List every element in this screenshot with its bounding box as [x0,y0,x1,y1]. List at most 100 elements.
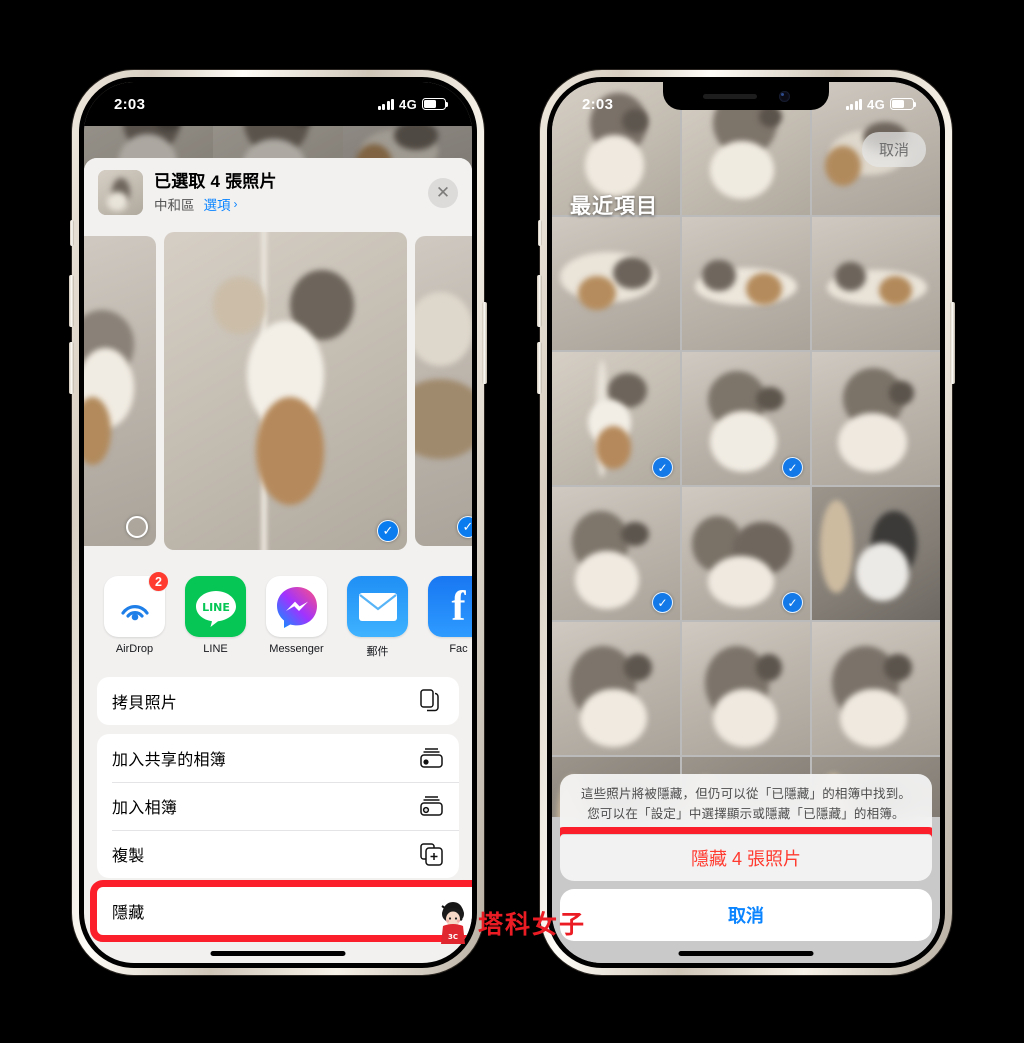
carousel-photo[interactable]: ✓ [415,236,472,546]
battery-icon [422,98,449,110]
action-row[interactable]: 隱藏 [97,887,472,935]
photo-grid-cell[interactable]: ✓ [682,487,810,620]
photo-grid-cell[interactable]: ✓ [682,352,810,485]
share-app-label: LINE [203,643,228,655]
share-app-label: Messenger [269,643,324,655]
photo-thumbnail [812,352,940,485]
photo-thumbnail [552,622,680,755]
photo-thumbnail [812,622,940,755]
share-sheet-title: 已選取 4 張照片 [154,171,277,191]
add-to-album-icon [418,793,444,819]
selection-checkmark[interactable]: ✓ [782,592,803,613]
share-app-airdrop[interactable]: 2 AirDrop [104,571,169,659]
location-label: 中和區 [154,198,195,214]
volume-up-button[interactable] [537,275,542,327]
status-time: 2:03 [582,95,614,113]
photo-thumbnail [812,217,940,350]
share-sheet-title-block: 已選取 4 張照片 中和區 選項 › [154,171,417,214]
action-group-3: 隱藏 [90,880,472,942]
left-phone-screen: 2:03 4G 已選取 4 張照片 中和區 選項 › ✕ ✓ ✓ 2 AirDr… [84,82,472,963]
right-phone-frame: ✓ ✓ ✓ ✓ 最近項目 取消 2:03 4G 這些照片將被隱藏，但仍可以從「已隱藏」… [537,70,955,975]
network-label: 4G [399,96,417,112]
right-status-bar: 2:03 4G [552,82,940,126]
hide-photos-button[interactable]: 隱藏 4 張照片 [560,827,932,881]
hide-action-sheet: 這些照片將被隱藏，但仍可以從「已隱藏」的相簿中找到。您可以在「設定」中選擇顯示或… [560,774,932,941]
shared-album-icon [418,745,444,771]
volume-down-button[interactable] [537,342,542,394]
power-button[interactable] [482,302,487,384]
photo-grid-cell[interactable] [682,217,810,350]
photo-grid-cell[interactable]: ✓ [552,352,680,485]
network-label: 4G [867,96,885,112]
photo-grid-cell[interactable] [682,622,810,755]
volume-up-button[interactable] [69,275,74,327]
mail-icon [347,576,408,637]
thumbnail-photo [98,170,143,215]
home-indicator[interactable] [678,951,814,956]
photo-grid-cell[interactable] [812,217,940,350]
selection-checkmark[interactable]: ✓ [782,457,803,478]
action-sheet-group: 這些照片將被隱藏，但仍可以從「已隱藏」的相簿中找到。您可以在「設定」中選擇顯示或… [560,774,932,881]
photo-grid-cell[interactable] [552,622,680,755]
photo-grid-cell[interactable] [812,487,940,620]
action-sheet-cancel-button[interactable]: 取消 [560,889,932,941]
action-row[interactable]: 加入相簿 [97,782,459,830]
photo-grid-cell[interactable] [812,622,940,755]
right-phone-screen: ✓ ✓ ✓ ✓ 最近項目 取消 2:03 4G 這些照片將被隱藏，但仍可以從「已隱藏」… [552,82,940,963]
status-time: 2:03 [114,95,146,113]
action-row-label: 拷貝照片 [112,695,178,712]
photo-carousel[interactable]: ✓ ✓ [84,226,472,560]
mute-switch[interactable] [538,220,542,246]
action-row-label: 複製 [112,848,145,865]
action-row-label: 加入共享的相簿 [112,752,227,769]
selection-checkmark[interactable]: ✓ [457,516,472,538]
facebook-icon: f [428,576,472,637]
album-title: 最近項目 [570,195,658,218]
power-button[interactable] [950,302,955,384]
selection-checkmark[interactable]: ✓ [652,457,673,478]
photo-thumbnail [812,487,940,620]
action-row[interactable]: 複製 [97,830,459,878]
close-icon[interactable]: ✕ [428,177,458,208]
duplicate-icon [418,841,444,867]
share-app-row[interactable]: 2 AirDrop LINE LINE Messenger 郵件 f Fac [84,560,472,669]
photo-grid-cell[interactable]: ✓ [552,487,680,620]
carousel-photo[interactable] [84,236,156,546]
watermark-text: 塔科女子 [478,910,587,939]
options-link[interactable]: 選項 [204,194,231,214]
action-row[interactable]: 加入共享的相簿 [97,734,459,782]
selection-circle[interactable] [126,516,148,538]
share-app-mail[interactable]: 郵件 [347,576,408,659]
app-badge: 2 [148,571,169,592]
left-phone-bezel: 2:03 4G 已選取 4 張照片 中和區 選項 › ✕ ✓ ✓ 2 AirDr… [79,77,477,968]
photo-thumbnail [682,622,810,755]
action-row[interactable]: 拷貝照片 [97,677,459,725]
share-app-messenger[interactable]: Messenger [266,576,327,659]
selection-checkmark[interactable]: ✓ [377,520,399,542]
battery-icon [890,98,917,110]
chevron-right-icon: › [233,197,238,212]
line-icon: LINE [185,576,246,637]
svg-text:3C: 3C [448,933,458,941]
action-group-2: 加入共享的相簿 加入相簿 複製 [97,734,459,878]
home-indicator[interactable] [210,951,346,956]
action-row-label: 加入相簿 [112,800,178,817]
selection-checkmark[interactable]: ✓ [652,592,673,613]
grid-cancel-button[interactable]: 取消 [861,132,926,167]
share-app-line[interactable]: LINE LINE [185,576,246,659]
watermark-mascot-icon: 3C [432,900,474,946]
carousel-photo[interactable]: ✓ [164,232,407,550]
messenger-icon [266,576,327,637]
mute-switch[interactable] [70,220,74,246]
volume-down-button[interactable] [69,342,74,394]
right-phone-bezel: ✓ ✓ ✓ ✓ 最近項目 取消 2:03 4G 這些照片將被隱藏，但仍可以從「已隱藏」… [547,77,945,968]
share-app-label: Fac [449,643,468,655]
action-sheet-message: 這些照片將被隱藏，但仍可以從「已隱藏」的相簿中找到。您可以在「設定」中選擇顯示或… [580,787,912,821]
share-sheet-thumbnail [98,170,143,215]
action-group-1: 拷貝照片 [97,677,459,725]
photo-grid-cell[interactable] [552,217,680,350]
photo-grid-cell[interactable] [812,352,940,485]
share-app-label: 郵件 [366,646,389,658]
share-app-facebook[interactable]: f Fac [428,576,472,659]
signal-bars-icon [377,98,395,110]
